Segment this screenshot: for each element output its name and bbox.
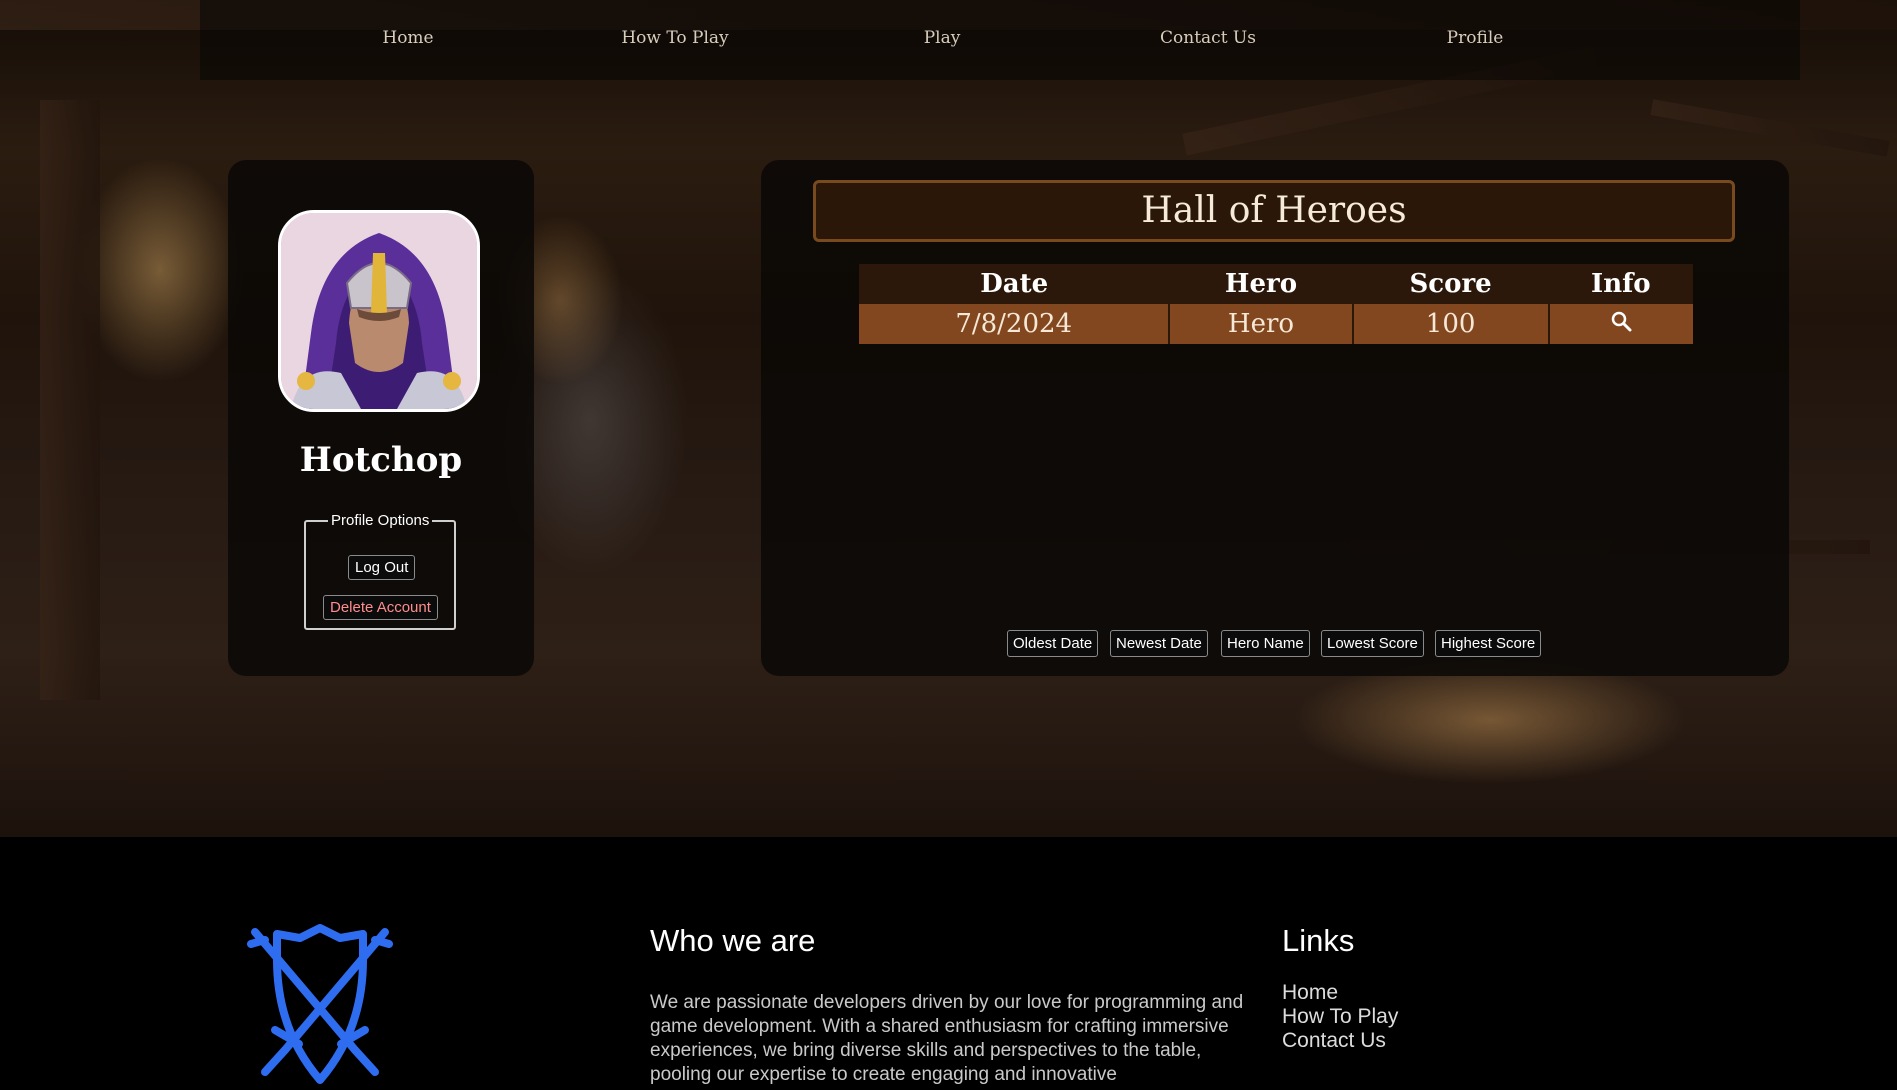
nav-how-to-play[interactable]: How To Play: [621, 28, 728, 48]
cell-date: 7/8/2024: [859, 304, 1170, 344]
table-row: 7/8/2024 Hero 100: [859, 304, 1693, 344]
hooded-hero-avatar-icon: [281, 213, 477, 409]
username: Hotchop: [299, 440, 463, 480]
cell-info: [1547, 304, 1693, 344]
nav-play[interactable]: Play: [924, 28, 961, 48]
magnifier-icon[interactable]: [1610, 309, 1632, 339]
cell-score: 100: [1351, 304, 1549, 344]
avatar: [278, 210, 480, 412]
footer-link-how-to-play[interactable]: How To Play: [1282, 1005, 1398, 1029]
nav-profile[interactable]: Profile: [1447, 28, 1504, 48]
hall-of-heroes-title: Hall of Heroes: [813, 180, 1735, 242]
footer-links: Home How To Play Contact Us: [1282, 981, 1398, 1053]
hall-of-heroes-panel: Hall of Heroes Date Hero Score Info 7/8/…: [761, 160, 1789, 676]
sort-oldest-date-button[interactable]: Oldest Date: [1007, 630, 1099, 657]
who-we-are-text: We are passionate developers driven by o…: [650, 992, 1244, 1085]
footer: Who we are We are passionate developers …: [0, 837, 1897, 1085]
crossed-swords-shield-logo-icon: [247, 924, 393, 1084]
top-navigation: Home How To Play Play Contact Us Profile: [200, 0, 1800, 80]
scores-table: Date Hero Score Info 7/8/2024 Hero 100: [859, 264, 1693, 344]
profile-options-legend: Profile Options: [331, 512, 430, 529]
cell-hero: Hero: [1168, 304, 1353, 344]
sort-highest-score-button[interactable]: Highest Score: [1435, 630, 1542, 657]
links-heading: Links: [1282, 923, 1355, 958]
sort-buttons-bar: Oldest Date Newest Date Hero Name Lowest…: [761, 630, 1789, 660]
sort-newest-date-button[interactable]: Newest Date: [1110, 630, 1208, 657]
profile-options-group: Profile Options Log Out Delete Account: [304, 512, 456, 630]
table-header-row: Date Hero Score Info: [859, 264, 1693, 304]
column-header-date: Date: [859, 264, 1170, 304]
delete-account-button[interactable]: Delete Account: [323, 595, 438, 620]
footer-link-home[interactable]: Home: [1282, 981, 1398, 1005]
column-header-info: Info: [1548, 264, 1693, 304]
nav-contact-us[interactable]: Contact Us: [1160, 28, 1256, 48]
log-out-button[interactable]: Log Out: [348, 555, 416, 580]
column-header-hero: Hero: [1169, 264, 1353, 304]
who-we-are-heading: Who we are: [650, 923, 816, 958]
footer-link-contact-us[interactable]: Contact Us: [1282, 1029, 1398, 1053]
sort-hero-name-button[interactable]: Hero Name: [1221, 630, 1310, 657]
nav-home[interactable]: Home: [382, 28, 433, 48]
sort-lowest-score-button[interactable]: Lowest Score: [1321, 630, 1424, 657]
column-header-score: Score: [1352, 264, 1549, 304]
profile-panel: Hotchop Profile Options Log Out Delete A…: [228, 160, 534, 676]
